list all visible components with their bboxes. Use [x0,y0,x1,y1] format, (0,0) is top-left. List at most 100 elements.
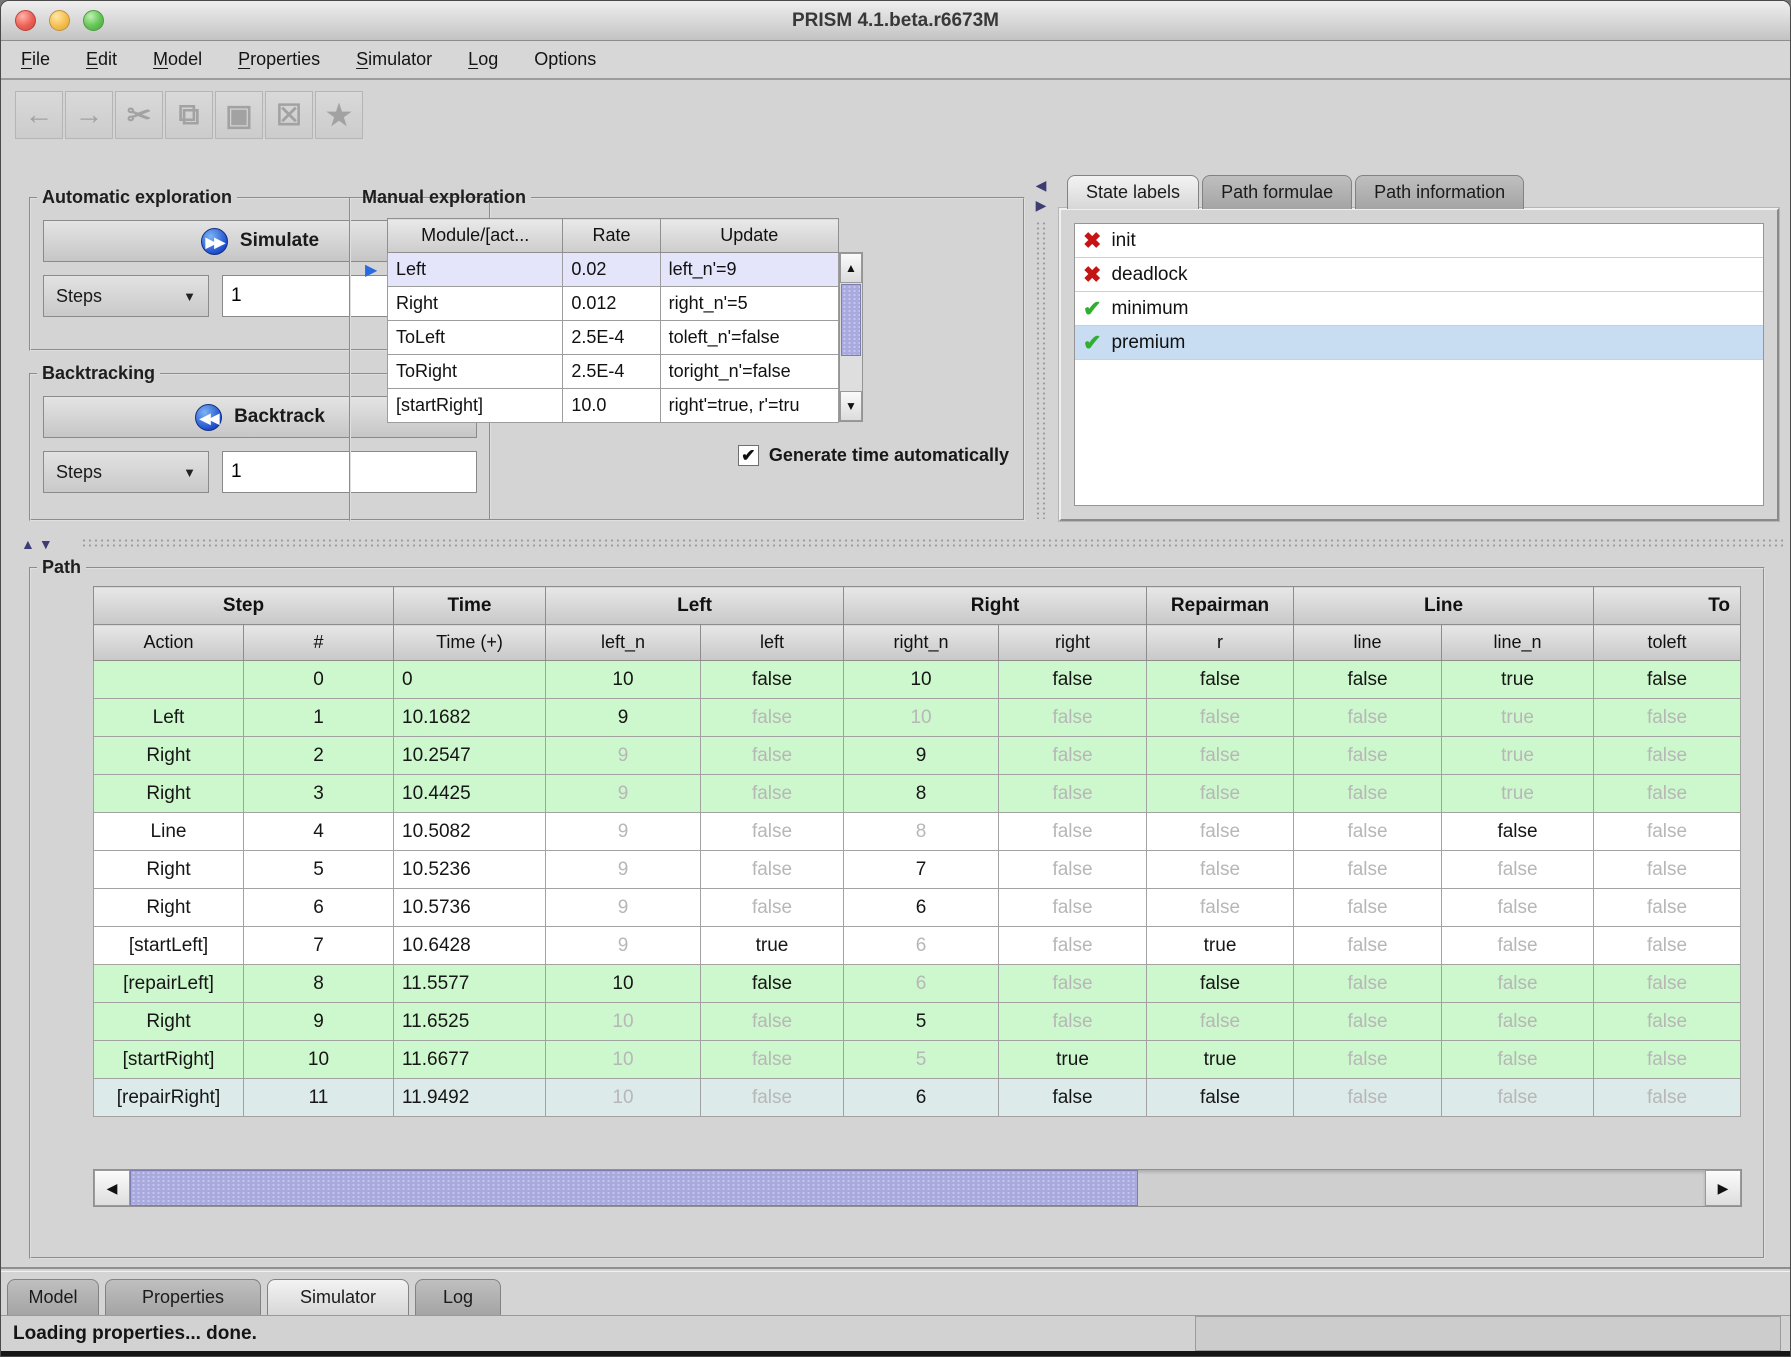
scroll-up-button[interactable]: ▲ [840,253,862,283]
path-cell[interactable]: Right [94,889,244,927]
path-cell[interactable]: 9 [546,775,701,813]
path-cell[interactable]: 10 [546,1079,701,1117]
path-cell[interactable]: true [701,927,844,965]
path-cell[interactable]: false [1442,927,1594,965]
path-cell[interactable]: false [1594,965,1741,1003]
path-cell[interactable]: 0 [244,661,394,699]
path-cell[interactable]: false [1147,813,1294,851]
path-cell[interactable]: 5 [244,851,394,889]
path-cell[interactable]: false [701,813,844,851]
path-cell[interactable]: false [701,661,844,699]
path-cell[interactable]: false [1594,1041,1741,1079]
path-cell[interactable]: false [701,889,844,927]
path-cell[interactable]: false [1147,775,1294,813]
path-cell[interactable]: false [1294,889,1442,927]
path-row[interactable]: Right610.57369false6falsefalsefalsefalse… [94,889,1741,927]
path-cell[interactable]: false [1442,965,1594,1003]
simulate-steps-combobox[interactable]: Steps ▼ [43,275,209,317]
menu-options[interactable]: Options [534,49,596,70]
collapse-up-down-icons[interactable]: ▲▼ [21,536,57,552]
manual-cell[interactable]: 0.012 [563,287,660,321]
path-cell[interactable]: false [999,775,1147,813]
path-cell[interactable]: false [1294,1003,1442,1041]
forward-arrow-button[interactable]: → [65,91,113,139]
path-cell[interactable]: 10.5236 [394,851,546,889]
path-cell[interactable]: 5 [844,1041,999,1079]
path-row[interactable]: [startLeft]710.64289true6falsetruefalsef… [94,927,1741,965]
path-cell[interactable]: true [1147,927,1294,965]
path-col-header[interactable]: right [999,625,1147,661]
path-cell[interactable]: Right [94,737,244,775]
manual-cell[interactable]: 10.0 [563,389,660,423]
path-col-header[interactable]: Action [94,625,244,661]
state-label-item[interactable]: ✖deadlock [1075,258,1763,292]
close-window-button[interactable] [15,10,36,31]
path-cell[interactable]: 8 [844,775,999,813]
path-cell[interactable]: false [1442,889,1594,927]
cut-scissors-button[interactable]: ✂ [115,91,163,139]
path-cell[interactable]: false [1594,699,1741,737]
menu-properties[interactable]: Properties [238,49,320,70]
path-cell[interactable]: 11.6677 [394,1041,546,1079]
tab-path-information[interactable]: Path information [1355,175,1524,209]
path-cell[interactable]: 10.2547 [394,737,546,775]
path-cell[interactable]: false [1147,889,1294,927]
path-cell[interactable]: false [701,1041,844,1079]
path-col-header[interactable]: r [1147,625,1294,661]
manual-exploration-row[interactable]: ToLeft2.5E-4toleft_n'=false [388,321,839,355]
horizontal-splitter[interactable]: ▲▼ [7,535,1784,553]
path-cell[interactable]: [startLeft] [94,927,244,965]
path-cell[interactable]: false [999,699,1147,737]
path-cell[interactable]: false [1294,851,1442,889]
manual-exploration-row[interactable]: Right0.012right_n'=5 [388,287,839,321]
path-cell[interactable]: 2 [244,737,394,775]
path-cell[interactable]: 9 [546,699,701,737]
path-cell[interactable]: 10.6428 [394,927,546,965]
scroll-down-button[interactable]: ▼ [840,391,862,421]
path-cell[interactable]: Right [94,1003,244,1041]
path-cell[interactable]: false [1442,813,1594,851]
path-cell[interactable]: 6 [844,889,999,927]
path-cell[interactable]: true [1442,699,1594,737]
path-cell[interactable]: false [1594,927,1741,965]
path-cell[interactable]: false [701,737,844,775]
path-cell[interactable]: [repairRight] [94,1079,244,1117]
menu-model[interactable]: Model [153,49,202,70]
path-cell[interactable]: false [1594,889,1741,927]
path-cell[interactable]: false [1594,1003,1741,1041]
path-cell[interactable]: false [1294,813,1442,851]
path-cell[interactable]: false [1594,775,1741,813]
path-cell[interactable]: false [1594,1079,1741,1117]
path-horizontal-scrollbar[interactable]: ◀ ▶ [93,1169,1742,1207]
minimize-window-button[interactable] [49,10,70,31]
path-col-header[interactable]: line [1294,625,1442,661]
path-cell[interactable]: 4 [244,813,394,851]
delete-x-button[interactable]: ☒ [265,91,313,139]
path-cell[interactable]: false [1147,965,1294,1003]
path-cell[interactable]: true [999,1041,1147,1079]
splitter-grip[interactable] [81,538,1784,549]
path-col-header[interactable]: line_n [1442,625,1594,661]
path-cell[interactable]: 9 [546,927,701,965]
path-cell[interactable]: false [1147,699,1294,737]
path-cell[interactable]: Line [94,813,244,851]
path-cell[interactable]: true [1147,1041,1294,1079]
path-row[interactable]: Left110.16829false10falsefalsefalsetruef… [94,699,1741,737]
star-button[interactable]: ★ [315,91,363,139]
path-col-header[interactable]: right_n [844,625,999,661]
path-cell[interactable]: 10 [546,1003,701,1041]
path-cell[interactable]: false [1294,661,1442,699]
path-cell[interactable]: 11.9492 [394,1079,546,1117]
path-cell[interactable]: false [1442,1003,1594,1041]
bottom-tab-properties[interactable]: Properties [105,1279,261,1315]
collapse-right-icon[interactable]: ▶ [1031,195,1051,215]
copy-button[interactable]: ⧉ [165,91,213,139]
path-row[interactable]: Right210.25479false9falsefalsefalsetruef… [94,737,1741,775]
bottom-tab-log[interactable]: Log [415,1279,501,1315]
path-cell[interactable]: false [1594,661,1741,699]
manual-col-header[interactable]: Rate [563,219,660,253]
path-cell[interactable]: Right [94,775,244,813]
path-col-header[interactable]: left_n [546,625,701,661]
manual-cell[interactable]: 2.5E-4 [563,321,660,355]
manual-cell[interactable]: [startRight] [388,389,563,423]
